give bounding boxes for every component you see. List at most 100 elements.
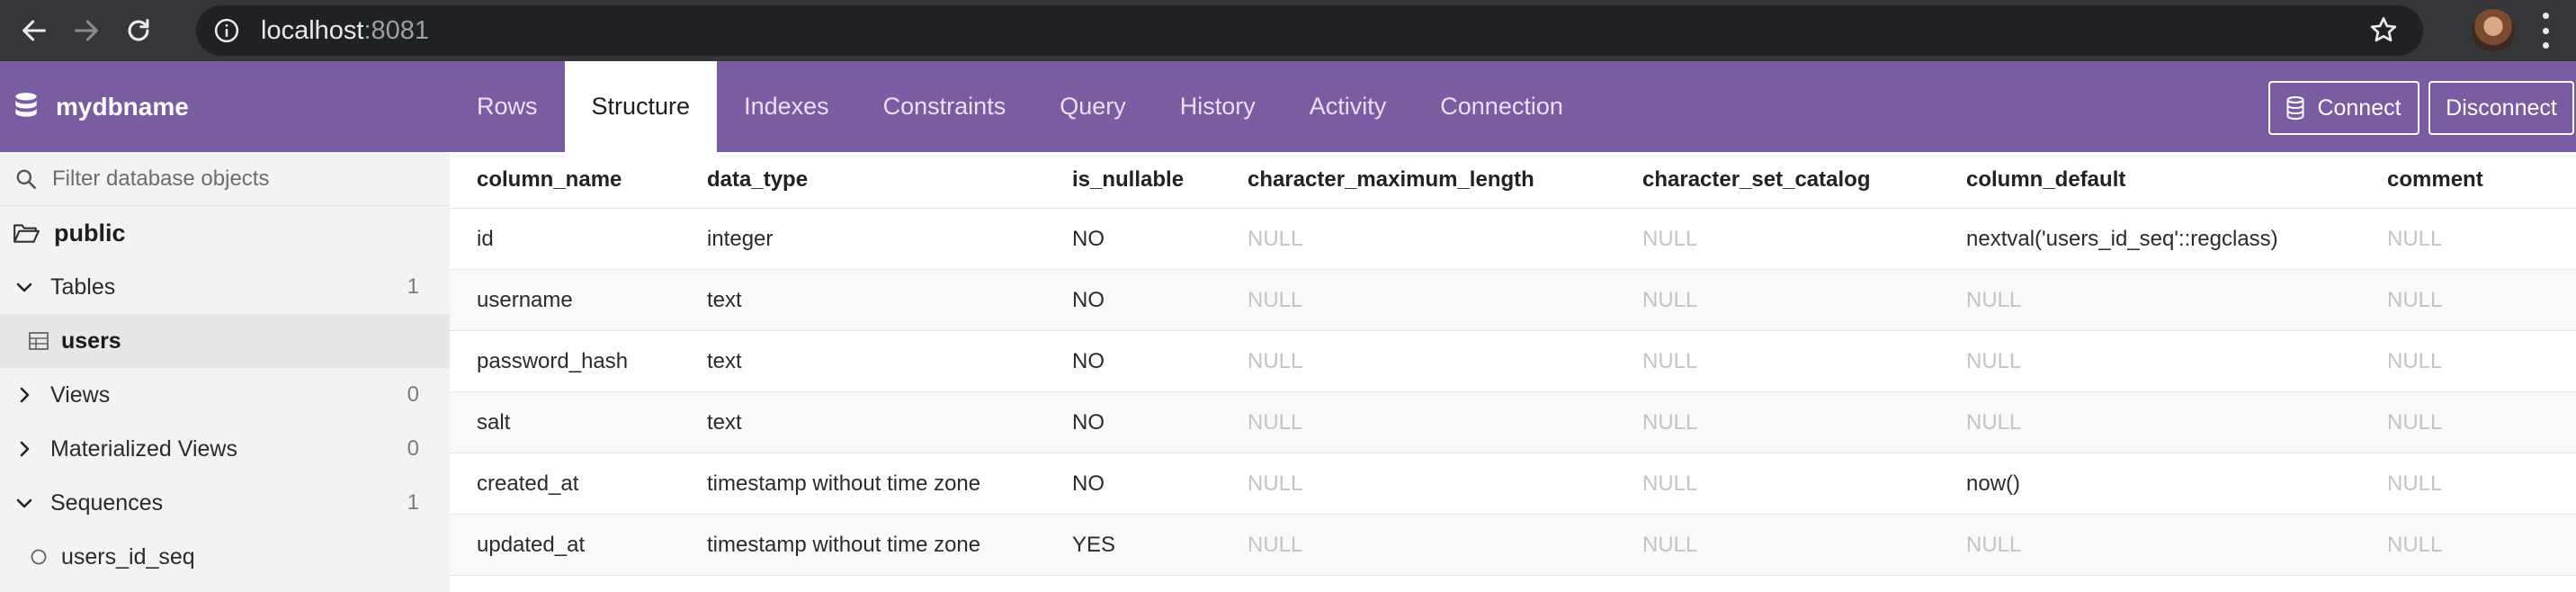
tab-rows[interactable]: Rows — [450, 61, 565, 152]
filter-input[interactable] — [52, 166, 430, 192]
table-cell: NULL — [2387, 532, 2443, 557]
tab-bar: Rows Structure Indexes Constraints Query Hist… — [450, 61, 1590, 152]
reload-button[interactable] — [113, 5, 164, 56]
table-cell: NULL — [2387, 471, 2443, 496]
chevron-down-icon — [16, 498, 32, 508]
table-cell: nextval('users_id_seq'::regclass) — [1966, 226, 2278, 251]
chevron-down-icon — [16, 283, 32, 292]
sidebar: public Tables 1 users Views 0 Materialized Vi… — [0, 152, 450, 592]
table-row[interactable]: username text NO NULL NULL NULL NULL — [450, 270, 2576, 331]
table-row[interactable]: id integer NO NULL NULL nextval('users_id_seq… — [450, 209, 2576, 270]
table-cell: password_hash — [477, 348, 629, 373]
table-cell: NULL — [1642, 471, 1698, 496]
tab-structure[interactable]: Structure — [564, 61, 718, 152]
structure-table: column_name data_type is_nullable character… — [450, 152, 2576, 592]
table-cell: NULL — [1642, 409, 1698, 435]
connect-label: Connect — [2317, 94, 2402, 121]
table-cell: username — [477, 287, 573, 312]
table-row[interactable]: password_hash text NO NULL NULL NULL NULL — [450, 331, 2576, 392]
table-cell: updated_at — [477, 532, 586, 557]
table-cell: NULL — [1248, 348, 1303, 373]
group-count: 1 — [407, 274, 419, 299]
app-header: mydbname Rows Structure Indexes Constraints… — [0, 61, 2576, 152]
item-label: users — [61, 327, 121, 354]
table-cell: NULL — [1248, 532, 1303, 557]
group-label: Materialized Views — [50, 435, 237, 462]
sidebar-group-materialized-views[interactable]: Materialized Views 0 — [0, 422, 450, 476]
connect-button[interactable]: Connect — [2268, 81, 2419, 135]
table-cell: NO — [1072, 409, 1105, 435]
table-cell: NULL — [1642, 287, 1698, 312]
table-icon — [29, 332, 49, 350]
group-label: Tables — [50, 274, 116, 300]
schema-item[interactable]: public — [0, 206, 450, 260]
tab-indexes[interactable]: Indexes — [717, 61, 856, 152]
sidebar-item-users-id-seq[interactable]: users_id_seq — [0, 530, 450, 584]
sidebar-group-views[interactable]: Views 0 — [0, 368, 450, 422]
sequence-icon — [31, 549, 47, 565]
tab-constraints[interactable]: Constraints — [856, 61, 1033, 152]
sidebar-group-sequences[interactable]: Sequences 1 — [0, 476, 450, 530]
app-window: localhost:8081 mydbname Rows Structure Ind… — [0, 0, 2576, 592]
column-header[interactable]: data_type — [707, 152, 808, 208]
table-cell: NO — [1072, 471, 1105, 496]
tab-connection[interactable]: Connection — [1413, 61, 1590, 152]
sidebar-item-users[interactable]: users — [0, 314, 450, 368]
chevron-right-icon — [20, 387, 30, 403]
url-port: :8081 — [363, 15, 430, 45]
table-cell: created_at — [477, 471, 579, 496]
table-cell: timestamp without time zone — [707, 532, 981, 557]
column-header[interactable]: character_maximum_length — [1248, 152, 1534, 208]
back-arrow-icon — [22, 20, 46, 41]
search-icon — [16, 169, 37, 189]
brand: mydbname — [0, 61, 450, 152]
table-cell: NULL — [2387, 226, 2443, 251]
column-header[interactable]: character_set_catalog — [1642, 152, 1870, 208]
table-cell: NULL — [1966, 287, 2022, 312]
table-row[interactable]: salt text NO NULL NULL NULL NULL — [450, 392, 2576, 453]
table-cell: YES — [1072, 532, 1116, 557]
forward-arrow-icon — [75, 20, 98, 41]
browser-menu-icon[interactable] — [2535, 13, 2556, 49]
group-count: 0 — [407, 382, 419, 407]
table-cell: text — [707, 348, 742, 373]
url-host: localhost — [261, 15, 364, 45]
column-header[interactable]: comment — [2387, 152, 2483, 208]
group-label: Sequences — [50, 489, 164, 516]
sidebar-group-tables[interactable]: Tables 1 — [0, 260, 450, 314]
column-header[interactable]: column_name — [477, 152, 622, 208]
forward-button[interactable] — [61, 5, 112, 56]
bookmark-star-icon[interactable] — [2367, 14, 2400, 47]
disconnect-button[interactable]: Disconnect — [2428, 81, 2574, 135]
table-cell: NULL — [1248, 287, 1303, 312]
object-tree: Tables 1 users Views 0 Materialized Views 0 Seq… — [0, 260, 450, 584]
profile-avatar[interactable] — [2472, 9, 2515, 52]
table-cell: now() — [1966, 471, 2021, 496]
column-header[interactable]: is_nullable — [1072, 152, 1184, 208]
table-cell: NO — [1072, 226, 1105, 251]
table-cell: NO — [1072, 287, 1105, 312]
chevron-right-icon — [20, 441, 30, 457]
table-cell: id — [477, 226, 494, 251]
table-row[interactable]: updated_at timestamp without time zone YES… — [450, 515, 2576, 576]
table-cell: timestamp without time zone — [707, 471, 981, 496]
table-cell: text — [707, 287, 742, 312]
tab-history[interactable]: History — [1153, 61, 1283, 152]
back-button[interactable] — [9, 5, 59, 56]
tab-query[interactable]: Query — [1033, 61, 1153, 152]
site-info-icon[interactable] — [209, 13, 245, 49]
group-label: Views — [50, 381, 111, 408]
item-label: users_id_seq — [61, 543, 195, 570]
table-cell: NULL — [2387, 348, 2443, 373]
table-cell: text — [707, 409, 742, 435]
table-cell: NULL — [1966, 532, 2022, 557]
table-row[interactable]: created_at timestamp without time zone NO N… — [450, 453, 2576, 515]
disconnect-label: Disconnect — [2446, 94, 2557, 121]
address-bar[interactable]: localhost:8081 — [196, 5, 2423, 56]
table-cell: NULL — [1248, 226, 1303, 251]
tab-activity[interactable]: Activity — [1283, 61, 1414, 152]
table-cell: NULL — [1248, 409, 1303, 435]
column-header[interactable]: column_default — [1966, 152, 2125, 208]
folder-open-icon — [13, 224, 40, 243]
table-header-row: column_name data_type is_nullable character… — [450, 152, 2576, 209]
